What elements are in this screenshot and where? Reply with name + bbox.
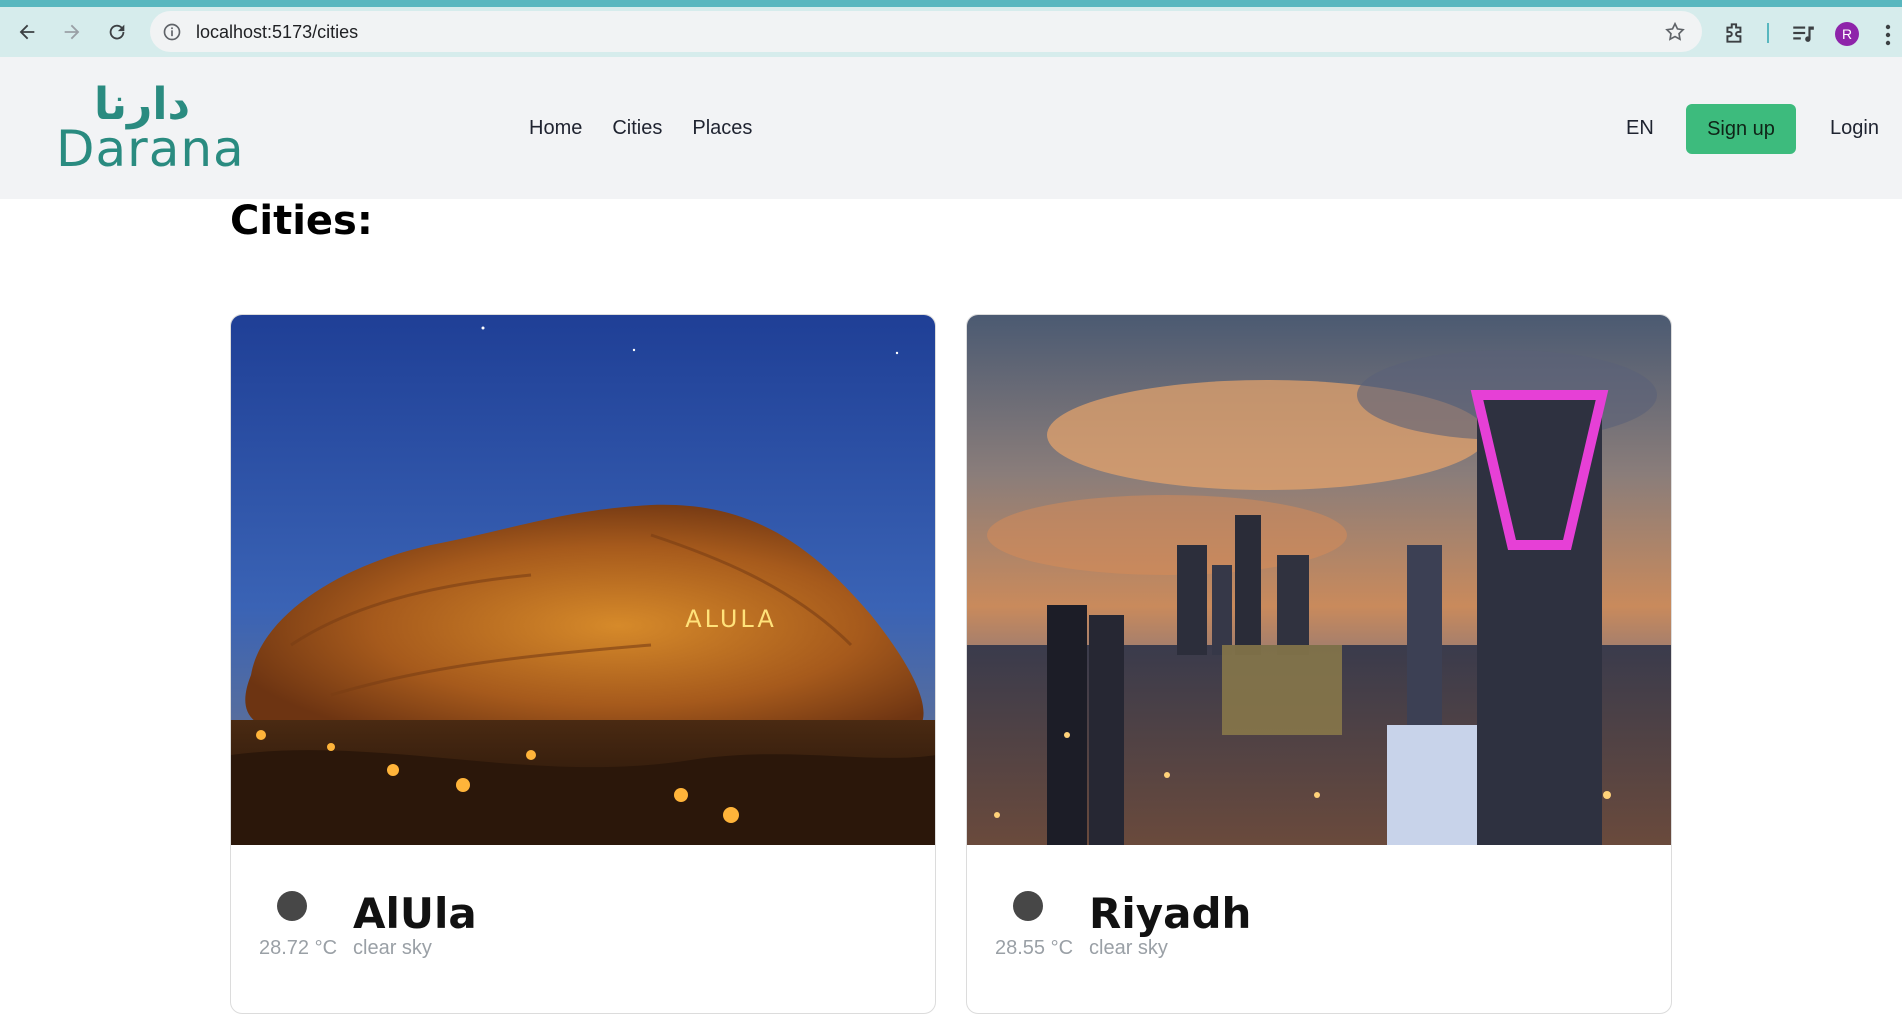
weather-description: clear sky xyxy=(1089,937,1168,959)
media-icon[interactable] xyxy=(1790,20,1816,46)
nav-cities[interactable]: Cities xyxy=(612,117,662,140)
url-text[interactable]: localhost:5173/cities xyxy=(196,22,358,43)
star-icon[interactable] xyxy=(1664,21,1686,43)
city-card-alula[interactable]: ALULA AlUla 28.72 °C clear sky xyxy=(230,314,936,1014)
city-temperature: 28.72 °C xyxy=(259,937,338,959)
image-overlay-text: ALULA xyxy=(685,605,777,633)
toolbar-divider xyxy=(1767,23,1769,43)
weather-icon xyxy=(1013,891,1043,921)
city-name[interactable]: Riyadh xyxy=(1089,889,1251,938)
extensions-icon[interactable] xyxy=(1722,20,1748,46)
nav-home[interactable]: Home xyxy=(529,117,582,140)
info-icon[interactable] xyxy=(162,22,182,42)
browser-toolbar: localhost:5173/cities R xyxy=(0,0,1902,57)
weather-icon xyxy=(277,891,307,921)
signup-button[interactable]: Sign up xyxy=(1686,104,1796,154)
city-image-alula: ALULA xyxy=(231,315,935,845)
forward-icon[interactable] xyxy=(58,18,86,46)
city-temperature: 28.55 °C xyxy=(995,937,1074,959)
city-name[interactable]: AlUla xyxy=(353,889,477,938)
city-card-riyadh[interactable]: Riyadh 28.55 °C clear sky xyxy=(966,314,1672,1014)
profile-avatar[interactable]: R xyxy=(1835,22,1859,46)
menu-icon[interactable] xyxy=(1884,22,1892,48)
back-icon[interactable] xyxy=(13,18,41,46)
login-link[interactable]: Login xyxy=(1830,117,1879,140)
language-selector[interactable]: EN xyxy=(1626,117,1654,140)
address-bar[interactable]: localhost:5173/cities xyxy=(150,11,1702,52)
reload-icon[interactable] xyxy=(103,18,131,46)
nav-places[interactable]: Places xyxy=(692,117,752,140)
city-image-riyadh xyxy=(967,315,1671,845)
site-header: دارنا Darana Home Cities Places EN Sign … xyxy=(0,57,1902,199)
logo[interactable]: دارنا Darana xyxy=(56,81,244,181)
page-title: Cities: xyxy=(230,198,373,244)
logo-text: Darana xyxy=(56,120,245,178)
weather-description: clear sky xyxy=(353,937,432,959)
main-nav: Home Cities Places xyxy=(529,117,752,140)
